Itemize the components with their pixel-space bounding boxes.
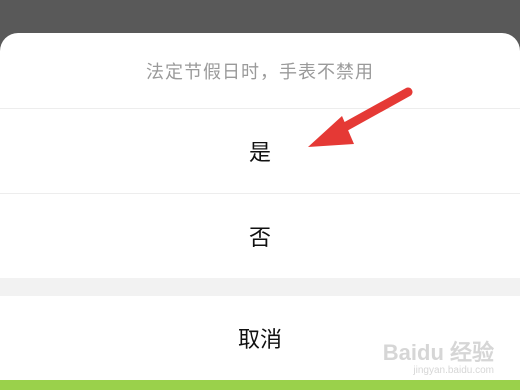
action-sheet-divider [0, 278, 520, 296]
screen: 法定节假日时，手表不禁用 是 否 取消 Baidu 经验 jingyan.bai… [0, 0, 520, 390]
option-no-button[interactable]: 否 [0, 194, 520, 278]
watermark-url: jingyan.baidu.com [413, 365, 494, 376]
watermark: Baidu 经验 jingyan.baidu.com [383, 342, 494, 376]
action-sheet-title: 法定节假日时，手表不禁用 [0, 33, 520, 109]
bottom-green-bar [0, 380, 520, 390]
action-sheet: 法定节假日时，手表不禁用 是 否 取消 [0, 33, 520, 390]
option-yes-button[interactable]: 是 [0, 109, 520, 194]
watermark-brand: Baidu 经验 [382, 340, 494, 365]
